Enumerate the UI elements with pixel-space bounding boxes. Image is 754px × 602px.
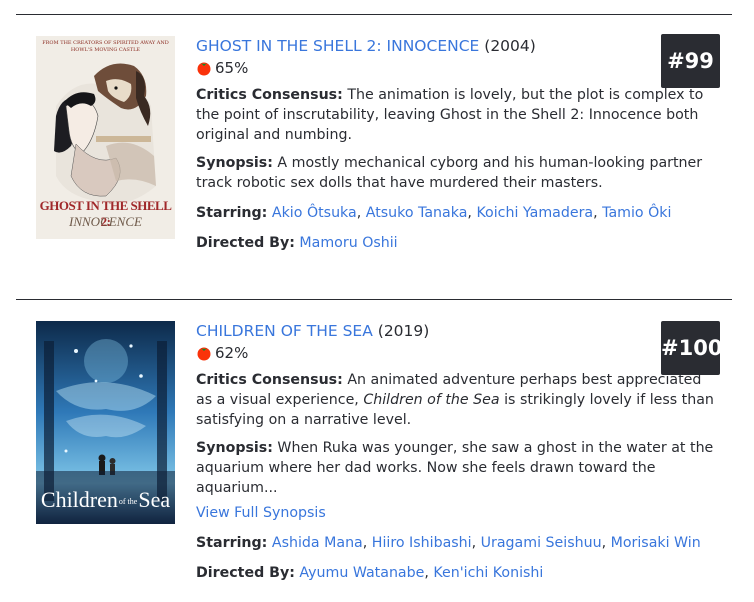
poster-title-word1: Children	[40, 487, 118, 512]
tomato-icon	[197, 62, 211, 76]
synopsis-text: When Ruka was younger, she saw a ghost i…	[196, 440, 714, 496]
directed-label: Directed By:	[196, 235, 295, 251]
actor-link[interactable]: Koichi Yamadera	[476, 205, 593, 221]
actor-link[interactable]: Ashida Mana	[272, 535, 363, 551]
score-value: 65%	[215, 59, 249, 77]
movie-title-link[interactable]: GHOST IN THE SHELL 2: INNOCENCE	[196, 37, 479, 55]
director-link[interactable]: Mamoru Oshii	[299, 235, 397, 251]
consensus-label: Critics Consensus:	[196, 372, 343, 388]
poster-title: Childrenof theSea	[36, 488, 175, 514]
critics-consensus: Critics Consensus: The animation is love…	[196, 85, 716, 145]
starring: Starring: Akio Ôtsuka, Atsuko Tanaka, Ko…	[196, 205, 672, 221]
starring-label: Starring:	[196, 535, 268, 551]
rank-badge: #100	[661, 321, 722, 375]
actor-link[interactable]: Hiiro Ishibashi	[372, 535, 472, 551]
title-row: GHOST IN THE SHELL 2: INNOCENCE (2004)	[196, 36, 716, 56]
starring-label: Starring:	[196, 205, 268, 221]
poster-tagline: FROM THE CREATORS OF SPIRITED AWAY AND H…	[42, 40, 169, 53]
consensus-label: Critics Consensus:	[196, 87, 343, 103]
poster-image[interactable]: FROM THE CREATORS OF SPIRITED AWAY AND H…	[36, 36, 175, 239]
actor-link[interactable]: Morisaki Win	[611, 535, 701, 551]
directed-by: Directed By: Mamoru Oshii	[196, 233, 716, 253]
poster-image[interactable]: Childrenof theSea	[36, 321, 175, 524]
rank-badge: #99	[661, 34, 720, 88]
actor-link[interactable]: Atsuko Tanaka	[366, 205, 468, 221]
actor-link[interactable]: Akio Ôtsuka	[272, 205, 357, 221]
starring: Starring: Ashida Mana, Hiiro Ishibashi, …	[196, 535, 701, 551]
divider-top	[16, 14, 732, 15]
tomato-icon	[197, 347, 211, 361]
directed-by: Directed By: Ayumu Watanabe, Ken'ichi Ko…	[196, 565, 544, 581]
movie-details: CHILDREN OF THE SEA (2019) 62% Critics C…	[196, 321, 716, 583]
director-link[interactable]: Ayumu Watanabe	[299, 565, 424, 581]
synopsis: Synopsis: When Ruka was younger, she saw…	[196, 438, 716, 498]
consensus-text-italic: Children of the Sea	[363, 392, 500, 408]
director-link[interactable]: Ken'ichi Konishi	[433, 565, 543, 581]
movie-details: GHOST IN THE SHELL 2: INNOCENCE (2004) 6…	[196, 36, 716, 253]
synopsis-label: Synopsis:	[196, 440, 273, 456]
title-row: CHILDREN OF THE SEA (2019)	[196, 321, 716, 341]
actor-link[interactable]: Tamio Ôki	[602, 205, 671, 221]
synopsis: Synopsis: A mostly mechanical cyborg and…	[196, 153, 716, 193]
critics-consensus: Critics Consensus: An animated adventure…	[196, 370, 716, 430]
movie-title-link[interactable]: CHILDREN OF THE SEA	[196, 322, 373, 340]
poster-subtitle: INNOCENCE	[69, 214, 142, 229]
tomatometer-score: 65%	[196, 57, 716, 79]
view-full-synopsis-link[interactable]: View Full Synopsis	[196, 503, 716, 523]
synopsis-label: Synopsis:	[196, 155, 273, 171]
movie-year: (2004)	[484, 37, 536, 55]
movie-year: (2019)	[377, 322, 430, 340]
poster-title-small: of the	[118, 496, 138, 506]
divider-middle	[16, 299, 732, 300]
score-value: 62%	[215, 344, 249, 362]
directed-label: Directed By:	[196, 565, 295, 581]
tomatometer-score: 62%	[196, 342, 716, 364]
poster-title-word2: Sea	[138, 487, 171, 512]
actor-link[interactable]: Uragami Seishuu	[481, 535, 602, 551]
